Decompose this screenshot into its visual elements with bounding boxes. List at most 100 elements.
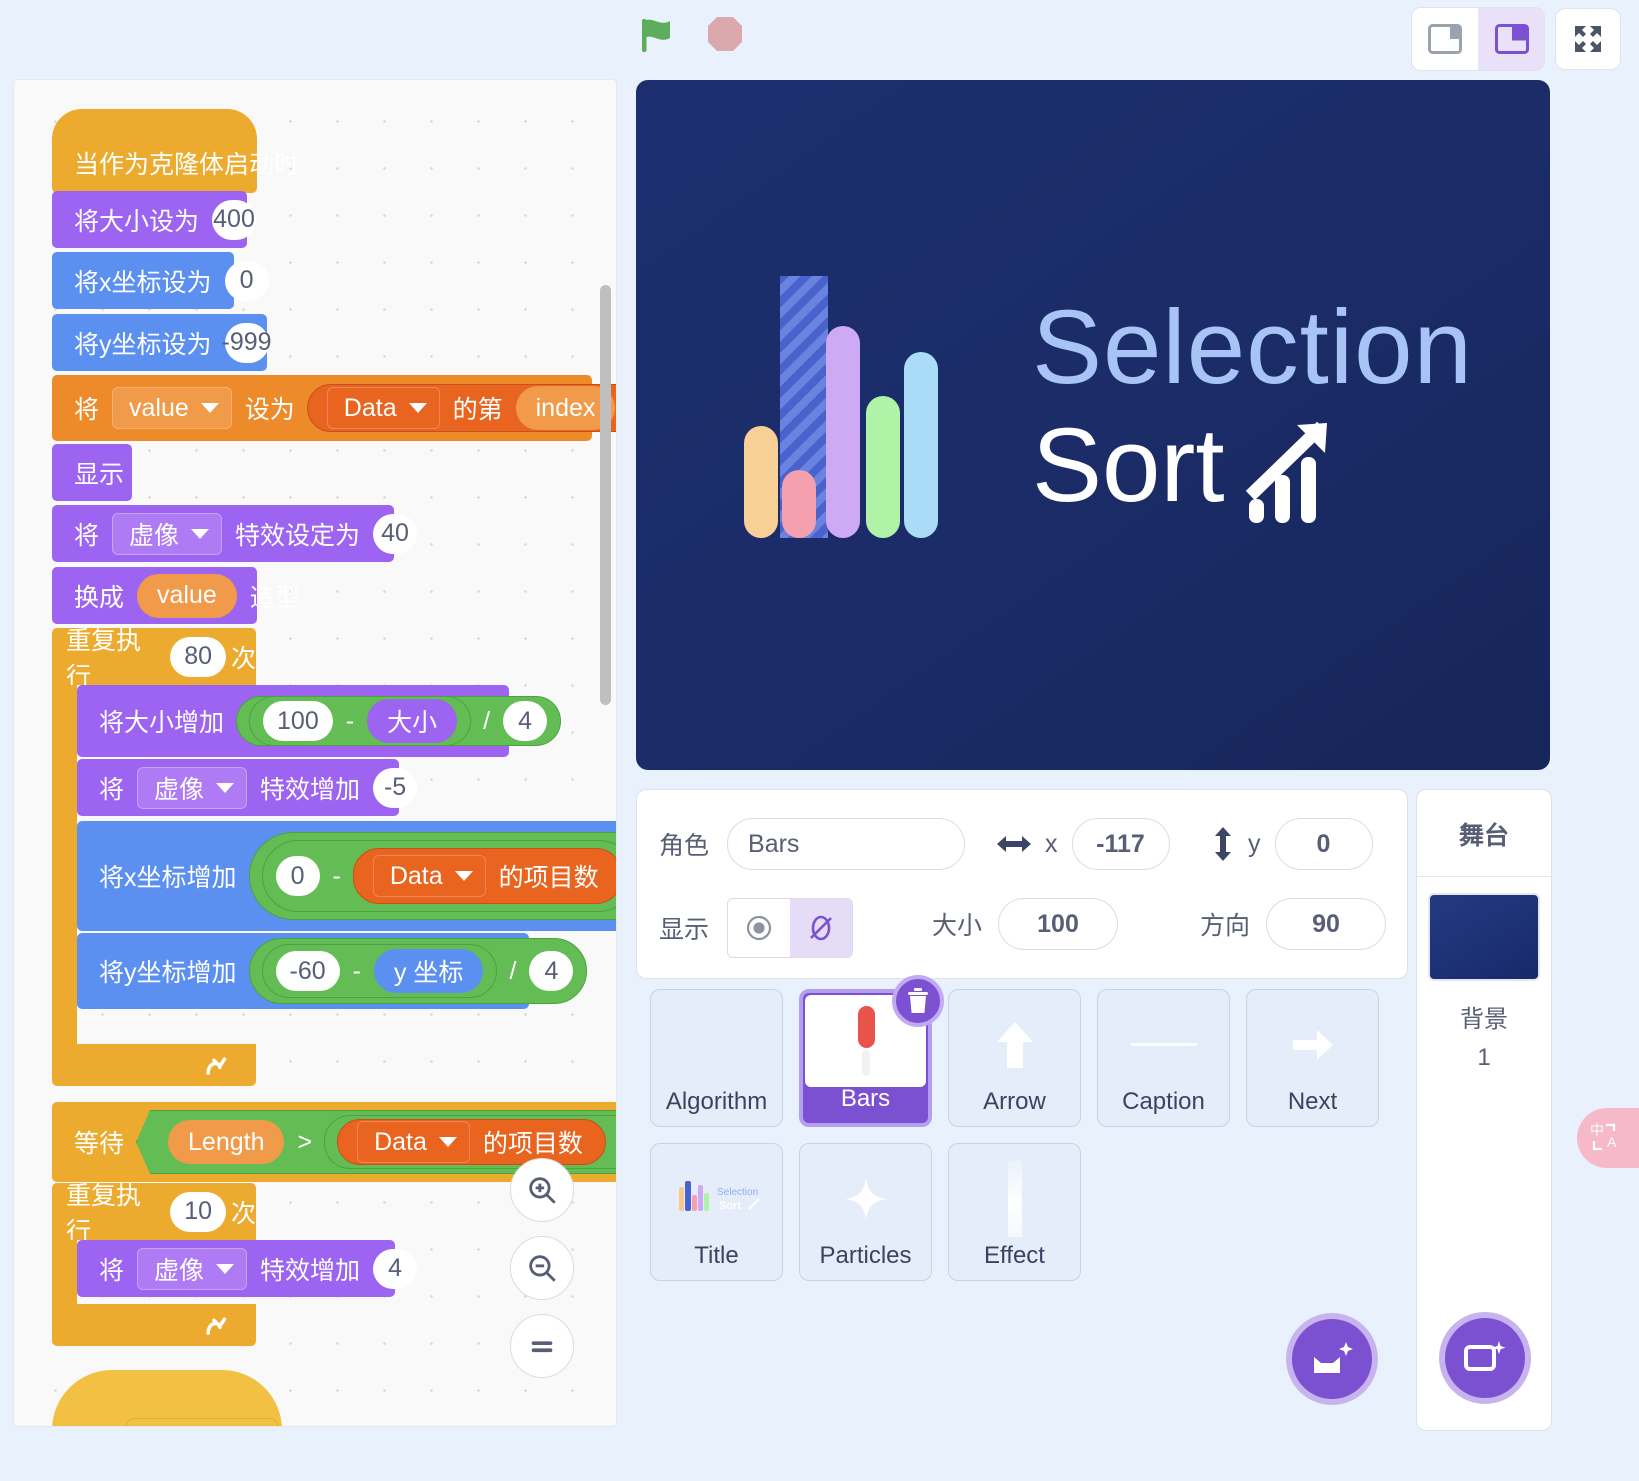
chevron-down-icon (408, 403, 427, 413)
block-change-effect-2[interactable]: 将 虚像 特效增加 4 (77, 1240, 418, 1297)
length-variable[interactable]: Length (168, 1120, 285, 1164)
logo-line-sort: Sort (1032, 407, 1225, 524)
block-set-variable[interactable]: 将 value 设为 Data 的第 index 项 (52, 375, 616, 441)
operand-a[interactable]: 0 (275, 856, 320, 896)
y-input[interactable]: 0 (1274, 818, 1373, 870)
sprite-tile-algorithm[interactable]: Algorithm (650, 989, 783, 1127)
sprite-tile-particles[interactable]: Particles (799, 1143, 932, 1281)
x-label: x (1045, 829, 1058, 858)
sprite-tile-caption[interactable]: Caption (1097, 989, 1230, 1127)
sprite-tile-effect[interactable]: Effect (948, 1143, 1081, 1281)
operand-a[interactable]: -60 (275, 951, 340, 991)
block-change-x[interactable]: 将x坐标增加 0 - Data 的项目数 (77, 821, 616, 931)
divide-operator[interactable]: -60 - y 坐标 / 4 (248, 938, 588, 1004)
stop-sign-icon[interactable] (704, 13, 746, 55)
sprite-tile-title[interactable]: Selection Sort Title (650, 1143, 783, 1281)
stage-selector-panel[interactable]: 舞台 背景 1 (1416, 789, 1552, 1431)
divide-operator[interactable]: 100 - 大小 / 4 (236, 696, 562, 746)
stage-canvas[interactable]: Selection Sort (636, 80, 1550, 770)
block-label: 等待 (74, 1130, 125, 1158)
eye-icon[interactable] (728, 899, 791, 957)
block-change-y[interactable]: 将y坐标增加 -60 - y 坐标 / 4 (77, 933, 588, 1009)
block-change-size[interactable]: 将大小增加 100 - 大小 / 4 (77, 685, 562, 757)
effect-dropdown[interactable]: 虚像 (137, 1247, 248, 1290)
large-stage-layout-icon[interactable] (1478, 8, 1544, 70)
sprite-name-input[interactable]: Bars (727, 818, 966, 870)
y-position-reporter[interactable]: y 坐标 (373, 949, 484, 993)
list-dropdown[interactable]: Data (372, 855, 486, 897)
add-sprite-button[interactable] (1286, 1313, 1378, 1405)
effect-value-input[interactable]: 40 (373, 513, 418, 554)
size-input[interactable]: 100 (998, 898, 1119, 950)
subtract-operator[interactable]: -60 - y 坐标 (261, 944, 498, 998)
repeat-count-input[interactable]: 80 (170, 636, 226, 677)
block-when-clone-start[interactable]: 当作为克隆体启动时 (52, 109, 299, 193)
effect-dropdown[interactable]: 虚像 (137, 766, 248, 809)
block-set-x[interactable]: 将x坐标设为 0 (52, 252, 269, 309)
list-name: Data (389, 861, 443, 890)
x-input[interactable]: 0 (224, 260, 269, 301)
minus-symbol: - (345, 706, 355, 735)
block-repeat-80[interactable]: 重复执行 80 次 将大小增加 100 - 大小 / 4 将 虚像 特效增加 -… (52, 627, 616, 1086)
loop-arrow-icon (206, 1057, 227, 1075)
size-input[interactable]: 400 (212, 199, 257, 240)
repeat-count-input[interactable]: 10 (170, 1191, 226, 1232)
add-backdrop-button[interactable] (1439, 1312, 1531, 1404)
size-reporter[interactable]: 大小 (367, 699, 458, 743)
block-set-size[interactable]: 将大小设为 400 (52, 191, 257, 248)
zoom-reset-icon[interactable] (510, 1314, 574, 1378)
backdrop-thumbnail[interactable] (1428, 893, 1540, 981)
green-flag-icon[interactable] (636, 13, 678, 55)
list-name: Data (374, 1127, 427, 1156)
subtract-operator[interactable]: 0 - Data 的项目数 (261, 840, 616, 912)
fullscreen-icon[interactable] (1555, 8, 1621, 70)
block-repeat-10[interactable]: 重复执行 10 次 将 虚像 特效增加 4 (52, 1182, 477, 1346)
block-show[interactable]: 显示 (52, 444, 132, 501)
block-label-mid: 特效增加 (260, 1256, 361, 1285)
x-input[interactable]: -117 (1071, 818, 1170, 870)
block-switch-costume[interactable]: 换成 value 造型 (52, 567, 300, 624)
effect-dropdown[interactable]: 虚像 (112, 512, 223, 555)
operand-a[interactable]: 100 (263, 701, 333, 741)
y-label: y (1248, 829, 1261, 858)
svg-text:中: 中 (1590, 1122, 1604, 1138)
svg-text:Selection: Selection (717, 1187, 758, 1198)
code-vertical-scrollbar[interactable] (600, 285, 611, 705)
sprite-list-panel: Algorithm Bars Arrow Caption Next Select… (636, 975, 1408, 1431)
block-set-y[interactable]: 将y坐标设为 -999 (52, 314, 272, 371)
divide-operator[interactable]: 0 - Data 的项目数 (248, 832, 616, 920)
effect-name: 虚像 (154, 775, 205, 804)
sprite-tile-bars[interactable]: Bars (799, 975, 944, 1127)
divider (1417, 876, 1551, 877)
list-dropdown[interactable]: Data (357, 1121, 470, 1163)
effect-delta-input[interactable]: -5 (373, 767, 418, 808)
list-dropdown[interactable]: Data (326, 387, 440, 429)
block-partial-hat-input[interactable] (126, 1418, 278, 1426)
costume-variable[interactable]: value (137, 573, 237, 618)
backdrop-count: 1 (1477, 1044, 1491, 1072)
effect-delta-input[interactable]: 4 (373, 1248, 418, 1289)
zoom-in-icon[interactable] (510, 1158, 574, 1222)
sprite-tile-arrow[interactable]: Arrow (948, 989, 1081, 1127)
language-toggle-button[interactable]: 中 A (1577, 1108, 1639, 1168)
zoom-out-icon[interactable] (510, 1236, 574, 1300)
direction-input[interactable]: 90 (1266, 898, 1387, 950)
sprite-tile-next[interactable]: Next (1246, 989, 1379, 1127)
block-label: 当作为克隆体启动时 (74, 151, 300, 179)
operand-c[interactable]: 4 (529, 951, 574, 991)
item-of-list-reporter[interactable]: Data 的第 index 项 (306, 384, 616, 432)
code-canvas[interactable]: 当作为克隆体启动时 将大小设为 400 将x坐标设为 0 将y坐标设为 -999… (13, 79, 617, 1427)
y-input[interactable]: -999 (222, 322, 272, 363)
small-stage-layout-icon[interactable] (1412, 8, 1478, 70)
eye-slash-icon[interactable] (790, 899, 853, 957)
repeat-suffix: 次 (230, 644, 256, 673)
divide-symbol: / (509, 956, 517, 985)
block-change-effect-1[interactable]: 将 虚像 特效增加 -5 (77, 759, 418, 816)
svg-text:Sort: Sort (719, 1200, 741, 1212)
variable-dropdown[interactable]: value (112, 387, 232, 429)
block-set-effect[interactable]: 将 虚像 特效设定为 40 (52, 505, 418, 562)
trash-icon[interactable] (892, 975, 944, 1027)
operand-c[interactable]: 4 (503, 701, 548, 741)
length-of-list-reporter[interactable]: Data 的项目数 (352, 848, 616, 904)
subtract-operator[interactable]: 100 - 大小 (249, 696, 472, 746)
